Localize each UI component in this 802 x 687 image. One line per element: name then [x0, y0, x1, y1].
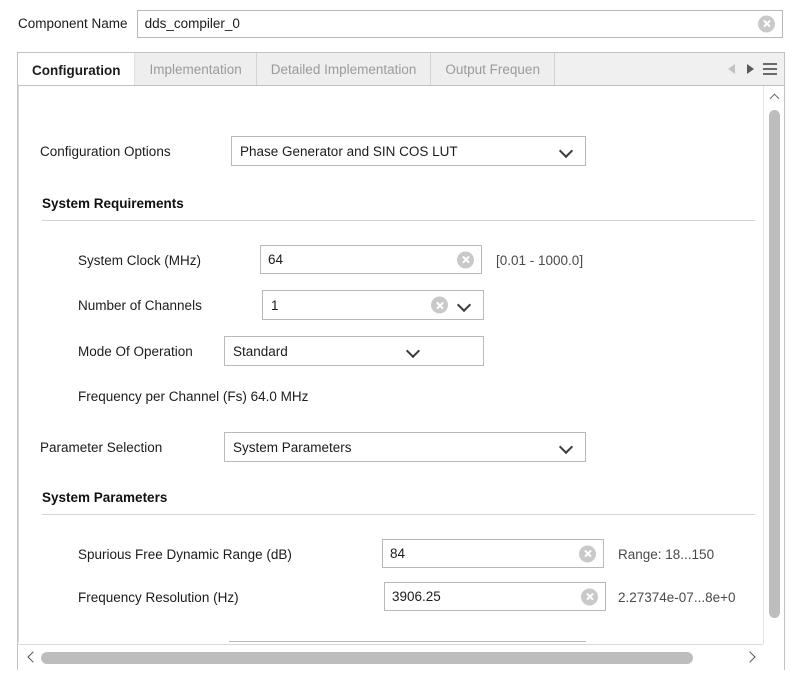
scroll-left-button[interactable]: [20, 645, 42, 670]
system-clock-input[interactable]: [261, 246, 481, 273]
parameter-selection-combobox[interactable]: System Parameters: [224, 432, 586, 462]
triangle-right-icon: [747, 64, 754, 74]
configuration-options-label: Configuration Options: [40, 144, 171, 159]
tab-configuration-label: Configuration: [32, 62, 121, 78]
tab-output-frequency-label: Output Frequen: [445, 62, 540, 77]
mode-of-operation-row: Mode Of Operation: [78, 337, 193, 366]
number-of-channels-input[interactable]: [263, 291, 483, 319]
tab-scroll-controls: [721, 53, 784, 85]
chevron-up-icon: [770, 92, 779, 101]
scroll-up-button[interactable]: [764, 88, 784, 105]
number-of-channels-label: Number of Channels: [78, 298, 202, 313]
tab-list-menu-button[interactable]: [761, 56, 778, 82]
tab-page-configuration: Configuration Options Phase Generator an…: [18, 86, 784, 670]
sfdr-row: Spurious Free Dynamic Range (dB): [78, 540, 292, 569]
vertical-scrollbar[interactable]: [763, 86, 784, 670]
horizontal-scrollbar[interactable]: [18, 644, 784, 670]
system-clock-label: System Clock (MHz): [78, 253, 202, 268]
hamburger-menu-icon: [762, 63, 777, 75]
configuration-options-value: Phase Generator and SIN COS LUT: [240, 143, 458, 159]
tab-implementation[interactable]: Implementation: [135, 53, 257, 85]
chevron-left-icon: [27, 652, 36, 663]
frequency-resolution-range-row: 2.27374e-07...8e+0: [618, 583, 735, 612]
frequency-per-channel-text: Frequency per Channel (Fs) 64.0 MHz: [78, 389, 309, 404]
system-clock-range: [0.01 - 1000.0]: [496, 253, 584, 268]
tab-implementation-label: Implementation: [149, 62, 242, 77]
clear-circle-icon[interactable]: [431, 296, 448, 314]
number-of-channels-combobox[interactable]: [262, 290, 484, 320]
system-parameters-section: System Parameters: [42, 490, 755, 515]
sfdr-label: Spurious Free Dynamic Range (dB): [78, 547, 292, 562]
clear-circle-icon[interactable]: [758, 15, 775, 32]
system-clock-field[interactable]: [260, 245, 482, 274]
scroll-right-button[interactable]: [738, 645, 760, 670]
mode-of-operation-value: Standard: [233, 343, 288, 359]
tab-detailed-implementation-label: Detailed Implementation: [270, 62, 417, 77]
sfdr-input[interactable]: [383, 540, 603, 567]
tab-configuration[interactable]: Configuration: [18, 53, 136, 85]
parameter-selection-value: System Parameters: [233, 439, 352, 455]
frequency-resolution-input[interactable]: [385, 583, 605, 610]
number-of-channels-row: Number of Channels: [78, 291, 202, 320]
component-name-input[interactable]: [137, 10, 782, 37]
component-name-field[interactable]: [136, 9, 783, 38]
chevron-down-icon: [408, 345, 419, 356]
mode-of-operation-label: Mode Of Operation: [78, 344, 193, 359]
tab-output-frequency[interactable]: Output Frequen: [431, 53, 555, 85]
component-name-row: Component Name: [0, 0, 802, 47]
system-requirements-section: System Requirements: [42, 196, 755, 221]
system-parameters-title: System Parameters: [42, 490, 168, 505]
frequency-resolution-field[interactable]: [384, 582, 606, 611]
sfdr-range-row: Range: 18...150: [618, 540, 714, 569]
frequency-resolution-range: 2.27374e-07...8e+0: [618, 590, 736, 605]
tab-scroll-right-button[interactable]: [742, 56, 759, 82]
system-parameters-rule: [42, 514, 755, 515]
tab-detailed-implementation[interactable]: Detailed Implementation: [256, 53, 432, 85]
configuration-options-combobox[interactable]: Phase Generator and SIN COS LUT: [231, 136, 586, 166]
parameter-selection-label: Parameter Selection: [40, 440, 163, 455]
tab-scroll-left-button[interactable]: [723, 56, 740, 82]
system-requirements-title: System Requirements: [42, 196, 184, 211]
chevron-down-icon: [561, 441, 572, 452]
component-name-label: Component Name: [18, 16, 128, 31]
parameter-selection-row: Parameter Selection: [40, 433, 162, 462]
sfdr-range: Range: 18...150: [618, 547, 715, 562]
frequency-per-channel-row: Frequency per Channel (Fs) 64.0 MHz: [78, 382, 308, 411]
frequency-resolution-row: Frequency Resolution (Hz): [78, 583, 239, 612]
clear-circle-icon[interactable]: [579, 545, 596, 562]
noise-shaping-combobox[interactable]: Auto: [229, 641, 586, 642]
frequency-resolution-label: Frequency Resolution (Hz): [78, 590, 239, 605]
sfdr-field[interactable]: [382, 539, 604, 568]
tab-widget: Configuration Implementation Detailed Im…: [17, 52, 785, 670]
chevron-right-icon: [745, 652, 754, 663]
system-clock-row: System Clock (MHz): [78, 246, 201, 275]
configuration-options-row: Configuration Options: [40, 137, 171, 166]
mode-of-operation-combobox[interactable]: Standard: [224, 336, 484, 366]
horizontal-scrollbar-thumb[interactable]: [41, 652, 693, 664]
system-clock-range-row: [0.01 - 1000.0]: [496, 246, 583, 275]
clear-circle-icon[interactable]: [457, 251, 474, 268]
configuration-content: Configuration Options Phase Generator an…: [18, 86, 765, 642]
tab-bar: Configuration Implementation Detailed Im…: [18, 53, 784, 86]
triangle-left-icon: [728, 64, 735, 74]
scrollbar-corner: [763, 644, 784, 670]
chevron-down-icon: [561, 145, 572, 156]
pane-left-border: [18, 86, 19, 642]
vertical-scrollbar-thumb[interactable]: [769, 110, 780, 618]
configuration-scroll-pane: Configuration Options Phase Generator an…: [18, 86, 765, 642]
clear-circle-icon[interactable]: [581, 588, 598, 605]
system-requirements-rule: [42, 220, 755, 221]
